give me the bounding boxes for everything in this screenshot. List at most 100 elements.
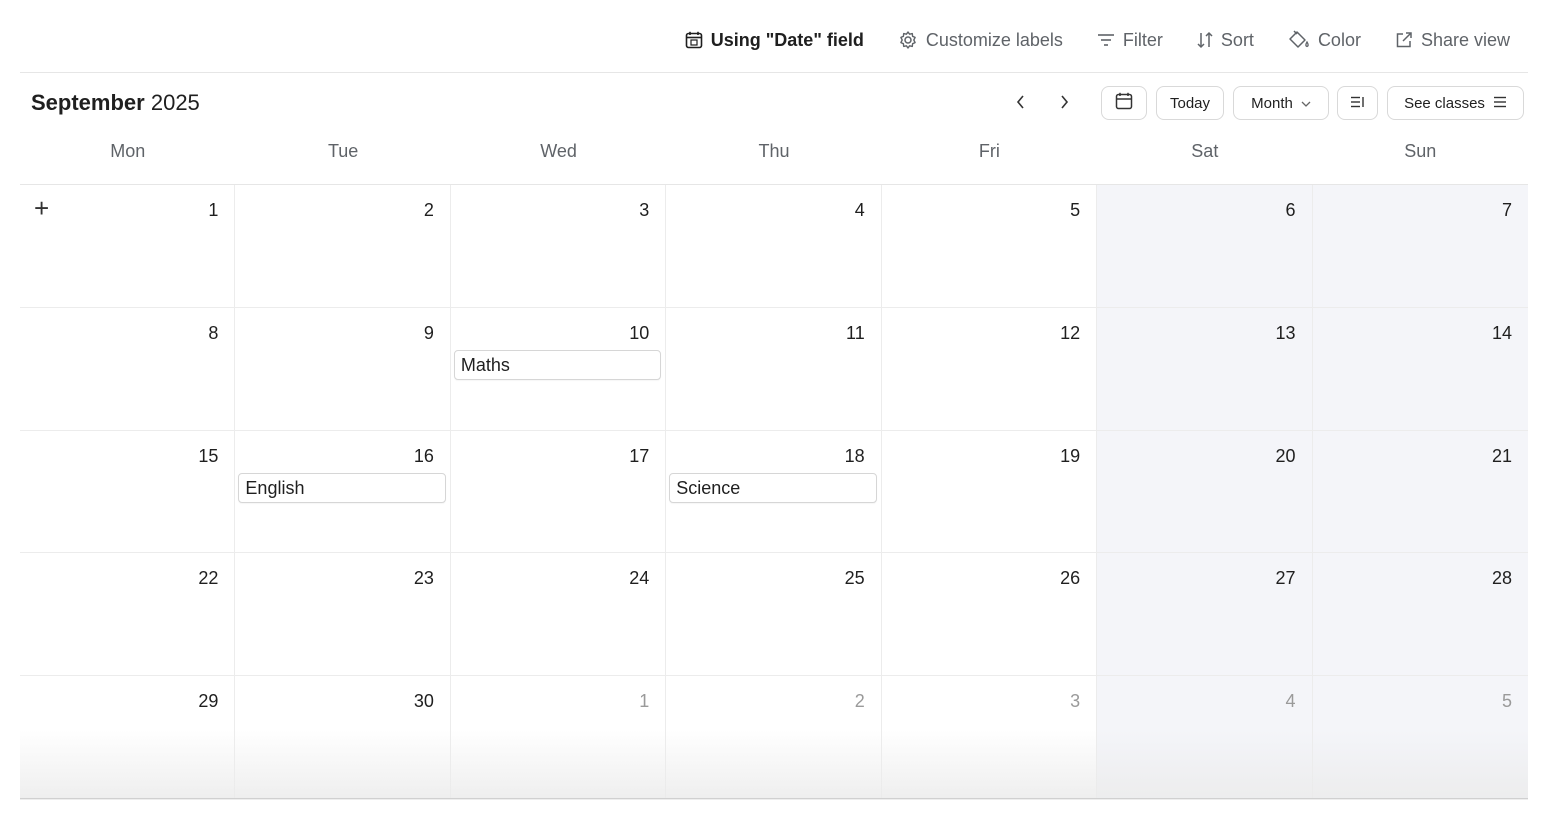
list-settings-icon xyxy=(1350,95,1366,112)
day-number: 5 xyxy=(1501,691,1512,712)
day-cell[interactable]: 17 xyxy=(450,430,667,554)
date-picker-button[interactable] xyxy=(1101,86,1147,120)
day-number: 1 xyxy=(208,200,219,220)
event-card[interactable]: English xyxy=(238,472,446,503)
day-number: 5 xyxy=(1070,200,1081,220)
weekday-label: Sat xyxy=(1191,141,1219,161)
day-cell[interactable]: 3 xyxy=(450,185,667,308)
weekday-label: Mon xyxy=(110,141,146,161)
view-mode-label: Month xyxy=(1251,94,1293,112)
day-number: 28 xyxy=(1491,568,1512,589)
grid-bottom-border xyxy=(20,798,1528,799)
day-number: 1 xyxy=(639,691,650,712)
day-number: 17 xyxy=(629,445,650,466)
day-cell[interactable]: 25 xyxy=(666,553,882,677)
month-name: September xyxy=(31,90,145,115)
day-number: 12 xyxy=(1060,322,1081,343)
gear-icon xyxy=(898,30,918,50)
menu-icon xyxy=(1493,95,1507,112)
day-cell[interactable]: 1 xyxy=(450,676,667,799)
day-cell[interactable]: 4 xyxy=(666,185,882,308)
day-cell[interactable]: 13 xyxy=(1097,307,1313,431)
today-button[interactable]: Today xyxy=(1156,86,1224,120)
customize-labels-button[interactable]: Customize labels xyxy=(898,30,1063,51)
weekday-label: Fri xyxy=(978,141,1000,161)
weekday-header: Mon Tue Wed Thu Fri Sat Sun xyxy=(20,138,1528,164)
year-label: 2025 xyxy=(150,90,200,115)
day-cell[interactable]: 30 xyxy=(235,676,451,799)
sort-button[interactable]: Sort xyxy=(1197,30,1254,51)
see-classes-label: See classes xyxy=(1404,94,1485,112)
calendar-icon xyxy=(685,31,703,49)
day-cell[interactable]: 12 xyxy=(881,307,1098,431)
day-cell[interactable]: 23 xyxy=(235,553,451,677)
day-cell[interactable]: 2 xyxy=(235,185,451,308)
day-cell[interactable]: 28 xyxy=(1312,553,1528,677)
chevron-down-icon xyxy=(1301,95,1311,112)
day-number: 9 xyxy=(423,322,434,343)
calendar-grid: +1 2 3 4 5 6 7 8 9 10 Maths 11 12 13 14 15 16 English 17 18… xyxy=(20,184,1528,799)
day-number: 18 xyxy=(844,445,865,466)
see-classes-button[interactable]: See classes xyxy=(1387,86,1524,120)
day-number: 7 xyxy=(1501,200,1512,220)
today-label: Today xyxy=(1169,94,1211,112)
view-mode-select[interactable]: Month xyxy=(1233,86,1329,120)
day-number: 22 xyxy=(198,568,219,589)
color-button[interactable]: Color xyxy=(1288,30,1361,51)
day-cell[interactable]: 5 xyxy=(881,185,1098,308)
day-number: 16 xyxy=(413,445,434,466)
filter-button[interactable]: Filter xyxy=(1097,30,1163,51)
day-cell[interactable]: 27 xyxy=(1097,553,1313,677)
event-card[interactable]: Science xyxy=(669,472,877,503)
day-cell[interactable]: 18 Science xyxy=(666,430,882,554)
day-cell[interactable]: 24 xyxy=(450,553,667,677)
day-cell[interactable]: 4 xyxy=(1097,676,1313,799)
day-number: 11 xyxy=(846,322,865,343)
day-cell[interactable]: 19 xyxy=(881,430,1098,554)
day-cell[interactable]: 8 xyxy=(20,307,236,431)
day-cell[interactable]: 22 xyxy=(20,553,236,677)
day-cell[interactable]: 14 xyxy=(1312,307,1528,431)
day-number: 10 xyxy=(629,322,650,343)
paint-bucket-icon xyxy=(1288,30,1310,50)
day-number: 26 xyxy=(1060,568,1081,589)
day-number: 2 xyxy=(854,691,865,712)
event-card[interactable]: Maths xyxy=(453,349,662,380)
next-month-button[interactable] xyxy=(1051,90,1077,118)
display-options-button[interactable] xyxy=(1337,86,1378,120)
add-event-button[interactable]: + xyxy=(34,195,49,221)
weekday-label: Thu xyxy=(758,141,790,161)
day-cell[interactable]: 15 xyxy=(20,430,236,554)
day-cell[interactable]: 10 Maths xyxy=(450,307,667,431)
weekday-label: Wed xyxy=(540,141,577,161)
sort-label: Sort xyxy=(1220,29,1254,50)
day-number: 24 xyxy=(629,568,650,589)
day-cell[interactable]: 11 xyxy=(666,307,882,431)
day-cell[interactable]: 6 xyxy=(1097,185,1313,308)
day-cell[interactable]: 9 xyxy=(235,307,451,431)
day-cell[interactable]: 3 xyxy=(881,676,1098,799)
month-title: September 2025 xyxy=(31,90,200,116)
day-cell[interactable]: +1 xyxy=(20,185,236,308)
date-field-button[interactable]: Using "Date" field xyxy=(685,30,864,51)
day-number: 8 xyxy=(208,322,219,343)
day-number: 3 xyxy=(639,200,650,220)
day-cell[interactable]: 7 xyxy=(1312,185,1528,308)
share-view-button[interactable]: Share view xyxy=(1395,30,1510,51)
date-field-label: Using "Date" field xyxy=(710,29,864,50)
day-number: 29 xyxy=(198,691,219,712)
weekday-label: Tue xyxy=(327,141,359,161)
day-cell[interactable]: 21 xyxy=(1312,430,1528,554)
day-cell[interactable]: 2 xyxy=(666,676,882,799)
day-cell[interactable]: 29 xyxy=(20,676,236,799)
toolbar-divider xyxy=(20,72,1528,73)
day-cell[interactable]: 5 xyxy=(1312,676,1528,799)
day-number: 21 xyxy=(1491,445,1512,466)
previous-month-button[interactable] xyxy=(1008,90,1034,118)
day-cell[interactable]: 16 English xyxy=(235,430,451,554)
day-cell[interactable]: 26 xyxy=(881,553,1098,677)
day-cell[interactable]: 20 xyxy=(1097,430,1313,554)
day-number: 19 xyxy=(1060,445,1081,466)
day-number: 14 xyxy=(1491,322,1512,343)
day-number: 15 xyxy=(198,445,219,466)
